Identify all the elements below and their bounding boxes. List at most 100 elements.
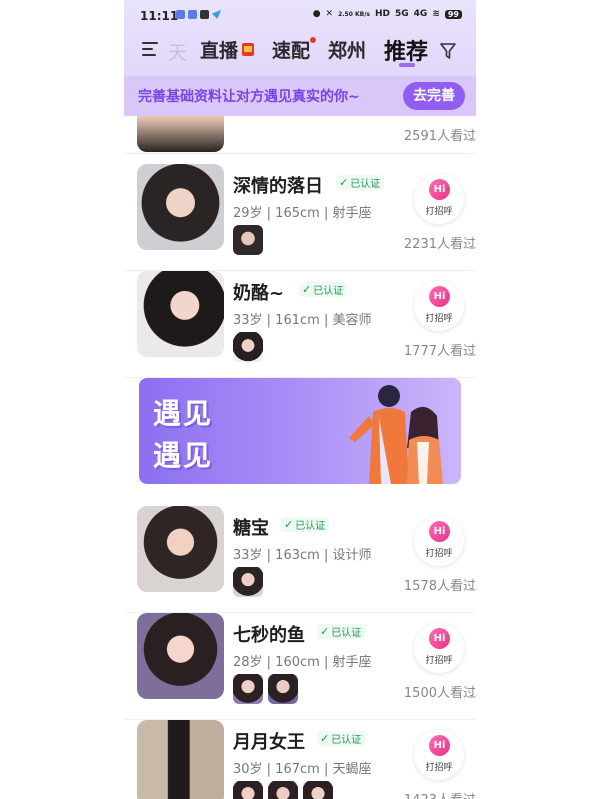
telegram-icon bbox=[212, 10, 221, 19]
say-hi-label: 打招呼 bbox=[425, 763, 453, 773]
net-speed: 2.50 KB/s bbox=[338, 10, 370, 18]
user-name: 糖宝 bbox=[233, 518, 269, 539]
hi-icon: Hi bbox=[429, 735, 450, 756]
verified-label: 已认证 bbox=[331, 735, 362, 746]
verified-badge: ✓ 已认证 bbox=[336, 175, 385, 190]
status-right: ● ✕ 2.50 KB/s HD 5G 4G ≋ 99 bbox=[313, 9, 462, 19]
mail-icon bbox=[188, 10, 197, 19]
header: 11:11 ● ✕ 2.50 KB/s HD 5G 4G ≋ 99 天 直播 速… bbox=[124, 0, 476, 116]
user-meta: 29岁 | 165cm | 射手座 bbox=[233, 206, 372, 221]
say-hi-label: 打招呼 bbox=[425, 207, 453, 217]
banner-text: 完善基础资料让对方遇见真实的你~ bbox=[138, 89, 360, 105]
photo-thumbnails bbox=[233, 781, 333, 799]
photo-thumbnail[interactable] bbox=[233, 225, 263, 255]
list-item[interactable]: 月月女王 ✓已认证 30岁 | 167cm | 天蝎座 Hi 打招呼 1423人… bbox=[124, 720, 476, 799]
couple-illustration bbox=[349, 385, 443, 484]
photo-thumbnails bbox=[233, 567, 263, 597]
hi-icon: Hi bbox=[429, 628, 450, 649]
hi-icon: Hi bbox=[429, 286, 450, 307]
user-name: 深情的落日 bbox=[233, 176, 323, 197]
say-hi-label: 打招呼 bbox=[425, 314, 453, 324]
list-item[interactable]: 奶酪~ ✓ 已认证 33岁 | 161cm | 美容师 Hi 打招呼 1777人看… bbox=[124, 271, 476, 378]
check-icon: ✓ bbox=[339, 176, 349, 189]
top-nav: 天 直播 速配 郑州 推荐 bbox=[124, 32, 476, 72]
active-tab-indicator bbox=[399, 63, 415, 67]
photo-thumbnails bbox=[233, 225, 263, 255]
notification-icons bbox=[176, 10, 221, 19]
avatar[interactable] bbox=[137, 116, 224, 152]
photo-thumbnail[interactable] bbox=[268, 674, 298, 704]
verified-label: 已认证 bbox=[313, 286, 344, 297]
photo-thumbnail[interactable] bbox=[268, 781, 298, 799]
list-item[interactable]: 深情的落日 ✓ 已认证 29岁 | 165cm | 射手座 Hi 打招呼 2231… bbox=[124, 164, 476, 271]
view-count: 1500人看过 bbox=[403, 686, 476, 701]
photo-thumbnails bbox=[233, 674, 298, 704]
tab-faded[interactable]: 天 bbox=[168, 38, 187, 65]
photo-thumbnail[interactable] bbox=[303, 781, 333, 799]
say-hi-button[interactable]: Hi 打招呼 bbox=[414, 516, 464, 566]
profile-completion-banner: 完善基础资料让对方遇见真实的你~ 去完善 bbox=[124, 76, 476, 116]
user-meta: 28岁 | 160cm | 射手座 bbox=[233, 655, 372, 670]
photo-thumbnail[interactable] bbox=[233, 567, 263, 597]
message-icon bbox=[200, 10, 209, 19]
verified-label: 已认证 bbox=[295, 521, 326, 532]
tab-recommend[interactable]: 推荐 bbox=[384, 34, 428, 66]
tab-city[interactable]: 郑州 bbox=[328, 36, 366, 63]
say-hi-button[interactable]: Hi 打招呼 bbox=[414, 174, 464, 224]
verified-badge: ✓ 已认证 bbox=[299, 282, 348, 297]
avatar[interactable] bbox=[137, 164, 224, 250]
promo-title-line1: 遇见 bbox=[153, 397, 214, 430]
status-bar: 11:11 ● ✕ 2.50 KB/s HD 5G 4G ≋ 99 bbox=[124, 0, 476, 32]
list-item[interactable]: 糖宝 ✓ 已认证 33岁 | 163cm | 设计师 Hi 打招呼 1578人看过 bbox=[124, 506, 476, 613]
complete-profile-button[interactable]: 去完善 bbox=[403, 82, 465, 110]
signal-4g: 4G bbox=[413, 9, 428, 19]
verified-badge: ✓ 已认证 bbox=[281, 517, 330, 532]
live-badge-icon bbox=[242, 43, 254, 56]
verified-label: 已认证 bbox=[331, 628, 362, 639]
user-meta: 33岁 | 163cm | 设计师 bbox=[233, 548, 372, 563]
signal-5g: 5G bbox=[395, 9, 409, 19]
app-screen: 11:11 ● ✕ 2.50 KB/s HD 5G 4G ≋ 99 天 直播 速… bbox=[124, 0, 476, 799]
check-icon: ✓ bbox=[302, 283, 312, 296]
check-icon: ✓ bbox=[320, 625, 330, 638]
battery-icon: 99 bbox=[444, 9, 462, 19]
user-name: 奶酪~ bbox=[233, 283, 285, 304]
photo-thumbnail[interactable] bbox=[233, 781, 263, 799]
check-icon: ✓ bbox=[284, 518, 294, 531]
notification-dot bbox=[310, 37, 316, 43]
photo-thumbnail[interactable] bbox=[233, 332, 263, 362]
view-count: 2591人看过 bbox=[403, 129, 476, 144]
photo-thumbnails bbox=[233, 332, 263, 362]
verified-badge: ✓ 已认证 bbox=[317, 731, 366, 746]
user-meta: 30岁 | 167cm | 天蝎座 bbox=[233, 762, 372, 777]
status-time: 11:11 bbox=[140, 9, 179, 23]
menu-icon[interactable] bbox=[142, 42, 158, 58]
hi-icon: Hi bbox=[429, 179, 450, 200]
say-hi-button[interactable]: Hi 打招呼 bbox=[414, 730, 464, 780]
location-icon: ● bbox=[312, 9, 321, 19]
say-hi-button[interactable]: Hi 打招呼 bbox=[414, 623, 464, 673]
view-count: 1777人看过 bbox=[403, 344, 476, 359]
verified-badge: ✓ 已认证 bbox=[317, 624, 366, 639]
user-meta: 33岁 | 161cm | 美容师 bbox=[233, 313, 372, 328]
view-count: 1423人看过 bbox=[404, 789, 476, 799]
avatar[interactable] bbox=[137, 720, 224, 799]
filter-icon[interactable] bbox=[440, 42, 456, 60]
promo-banner[interactable]: 遇见 遇见 bbox=[139, 378, 461, 484]
avatar[interactable] bbox=[137, 613, 224, 699]
avatar[interactable] bbox=[137, 271, 224, 357]
avatar[interactable] bbox=[137, 506, 224, 592]
mute-icon: ✕ bbox=[325, 9, 334, 19]
say-hi-label: 打招呼 bbox=[425, 549, 453, 559]
list-item[interactable]: 2591人看过 bbox=[124, 116, 476, 154]
view-count: 2231人看过 bbox=[403, 237, 476, 252]
list-item[interactable]: 七秒的鱼 ✓ 已认证 28岁 | 160cm | 射手座 Hi 打招呼 1500人… bbox=[124, 613, 476, 720]
say-hi-button[interactable]: Hi 打招呼 bbox=[414, 281, 464, 331]
view-count: 1578人看过 bbox=[403, 579, 476, 594]
wifi-icon: ≋ bbox=[432, 9, 440, 19]
say-hi-label: 打招呼 bbox=[425, 656, 453, 666]
tab-quick-match[interactable]: 速配 bbox=[272, 36, 310, 63]
photo-thumbnail[interactable] bbox=[233, 674, 263, 704]
user-name: 七秒的鱼 bbox=[233, 625, 305, 646]
tab-live[interactable]: 直播 bbox=[200, 36, 238, 63]
